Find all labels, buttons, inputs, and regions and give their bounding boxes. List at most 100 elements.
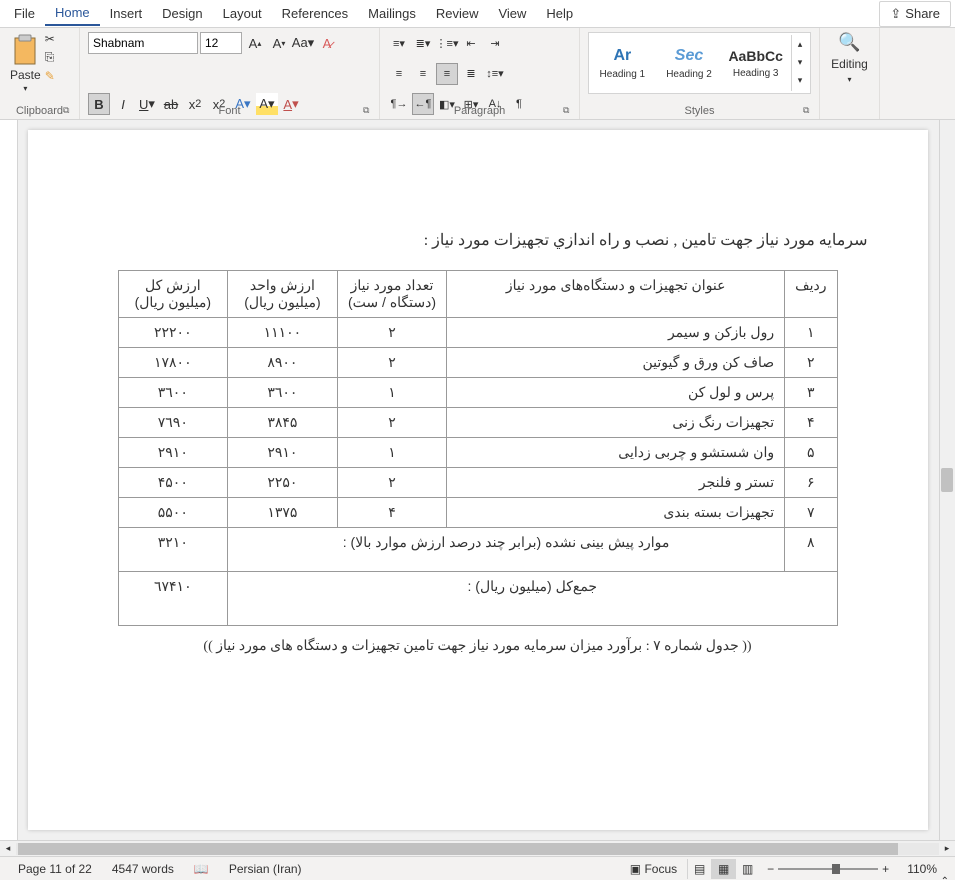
cell-total: ٣٢١٠ xyxy=(118,528,228,572)
clear-format-button[interactable]: A̷ xyxy=(316,32,338,54)
zoom-out-button[interactable]: − xyxy=(767,862,774,876)
cell-n: ۴ xyxy=(785,408,837,438)
menu-file[interactable]: File xyxy=(4,2,45,25)
copy-icon[interactable]: ⎘ xyxy=(45,50,55,65)
style-preview: Sec xyxy=(675,47,703,65)
menubar: File Home Insert Design Layout Reference… xyxy=(0,0,955,28)
style-preview: Ar xyxy=(613,47,631,65)
styles-label: Styles xyxy=(580,105,819,117)
grow-font-button[interactable]: A▴ xyxy=(244,32,266,54)
zoom-track[interactable] xyxy=(778,868,878,870)
multilevel-button[interactable]: ⋮≡▾ xyxy=(436,32,458,54)
page-status[interactable]: Page 11 of 22 xyxy=(8,862,102,876)
paste-button[interactable]: Paste ▾ xyxy=(8,32,43,95)
menu-review[interactable]: Review xyxy=(426,2,489,25)
shrink-font-button[interactable]: A▾ xyxy=(268,32,290,54)
zoom-in-button[interactable]: + xyxy=(882,862,889,876)
menu-help[interactable]: Help xyxy=(536,2,583,25)
proofing-icon[interactable]: 📖 xyxy=(184,862,219,876)
cell-n: ٨ xyxy=(785,528,837,572)
cell-unit: ٢٢۵٠ xyxy=(228,468,338,498)
scroll-track[interactable] xyxy=(16,843,939,855)
print-layout-button[interactable]: ▦ xyxy=(711,859,735,879)
style-heading2[interactable]: Sec Heading 2 xyxy=(658,35,721,91)
cell-unit: ٢٩١٠ xyxy=(228,438,338,468)
font-size-input[interactable] xyxy=(200,32,242,54)
vertical-scrollbar[interactable] xyxy=(939,120,955,840)
cell-total: ۵۵٠٠ xyxy=(118,498,228,528)
cell-name: پرس و لول کن xyxy=(447,378,785,408)
search-icon: 🔍 xyxy=(838,32,860,53)
table-row-unforeseen: ٨موارد پیش بینی نشده (برابر چند درصد ارز… xyxy=(118,528,837,572)
word-count[interactable]: 4547 words xyxy=(102,862,184,876)
style-heading3[interactable]: AaBbCc Heading 3 xyxy=(724,35,787,91)
editing-button[interactable]: 🔍 Editing ▾ xyxy=(828,32,871,84)
menu-view[interactable]: View xyxy=(488,2,536,25)
align-right-button[interactable]: ≡ xyxy=(436,63,458,85)
menu-references[interactable]: References xyxy=(272,2,358,25)
clipboard-launcher[interactable]: ⧉ xyxy=(63,105,75,117)
bullets-button[interactable]: ≡▾ xyxy=(388,32,410,54)
cell-name: تجهیزات بسته بندی xyxy=(447,498,785,528)
style-name: Heading 2 xyxy=(666,69,712,80)
read-mode-button[interactable]: ▤ xyxy=(687,859,711,879)
decrease-indent-button[interactable]: ⇤ xyxy=(460,32,482,54)
table-row: ٢صاف کن ورق و گیوتین٢٨٩٠٠١٧٨٠٠ xyxy=(118,348,837,378)
format-painter-icon[interactable]: ✎ xyxy=(45,69,55,83)
menu-home[interactable]: Home xyxy=(45,1,100,26)
change-case-button[interactable]: Aa▾ xyxy=(292,32,314,54)
share-button[interactable]: ⇪ Share xyxy=(879,1,951,27)
cell-name: رول بازکن و سیمر xyxy=(447,318,785,348)
web-layout-button[interactable]: ▥ xyxy=(735,859,759,879)
table-row: ٧تجهیزات بسته بندی۴١٣٧۵۵۵٠٠ xyxy=(118,498,837,528)
increase-indent-button[interactable]: ⇥ xyxy=(484,32,506,54)
cell-name: تجهیزات رنگ زنی xyxy=(447,408,785,438)
editing-group: 🔍 Editing ▾ xyxy=(820,28,880,119)
menu-layout[interactable]: Layout xyxy=(213,2,272,25)
menu-design[interactable]: Design xyxy=(152,2,212,25)
font-group: A▴ A▾ Aa▾ A̷ B I U▾ ab x2 x2 A▾ A▾ A▾ Fo… xyxy=(80,28,380,119)
style-heading1[interactable]: Ar Heading 1 xyxy=(591,35,654,91)
gallery-down-button[interactable]: ▾ xyxy=(792,53,808,71)
line-spacing-button[interactable]: ↕≡▾ xyxy=(484,63,506,85)
document-page[interactable]: سرمایه مورد نیاز جهت تامین , نصب و راه ا… xyxy=(28,130,928,830)
paragraph-launcher[interactable]: ⧉ xyxy=(563,105,575,117)
menu-insert[interactable]: Insert xyxy=(100,2,153,25)
gallery-up-button[interactable]: ▴ xyxy=(792,35,808,53)
paragraph-group: ≡▾ ≣▾ ⋮≡▾ ⇤ ⇥ ≡ ≡ ≡ ≣ ↕≡▾ ¶→ ←¶ ◧▾ ⊞▾ A↓… xyxy=(380,28,580,119)
statusbar: Page 11 of 22 4547 words 📖 Persian (Iran… xyxy=(0,856,955,880)
zoom-slider[interactable]: − + xyxy=(759,862,897,876)
cell-unit: ٨٩٠٠ xyxy=(228,348,338,378)
cell-total: ٢٩١٠ xyxy=(118,438,228,468)
styles-launcher[interactable]: ⧉ xyxy=(803,105,815,117)
menu-mailings[interactable]: Mailings xyxy=(358,2,426,25)
scroll-thumb[interactable] xyxy=(941,468,953,492)
zoom-thumb[interactable] xyxy=(832,864,840,874)
focus-mode-button[interactable]: ▣ Focus xyxy=(620,862,687,876)
cut-icon[interactable]: ✂ xyxy=(45,32,55,46)
align-left-button[interactable]: ≡ xyxy=(388,63,410,85)
zoom-level[interactable]: 110% xyxy=(897,862,947,876)
scroll-right-button[interactable]: ▸ xyxy=(939,843,955,854)
document-area[interactable]: سرمایه مورد نیاز جهت تامین , نصب و راه ا… xyxy=(0,120,955,840)
vertical-ruler xyxy=(0,120,18,840)
horizontal-scrollbar[interactable]: ◂ ▸ xyxy=(0,840,955,856)
scroll-thumb-h[interactable] xyxy=(18,843,898,855)
collapse-ribbon-button[interactable]: ⌃ xyxy=(941,876,949,887)
font-launcher[interactable]: ⧉ xyxy=(363,105,375,117)
cell-unit: ٣٦٠٠ xyxy=(228,378,338,408)
cell-name: موارد پیش بینی نشده (برابر چند درصد ارزش… xyxy=(228,528,785,572)
numbering-button[interactable]: ≣▾ xyxy=(412,32,434,54)
align-center-button[interactable]: ≡ xyxy=(412,63,434,85)
language-status[interactable]: Persian (Iran) xyxy=(219,862,312,876)
justify-button[interactable]: ≣ xyxy=(460,63,482,85)
table-row-sum: جمع‌کل (میلیون ریال) :٦٧۴١٠ xyxy=(118,572,837,626)
style-gallery: Ar Heading 1 Sec Heading 2 AaBbCc Headin… xyxy=(588,32,811,94)
gallery-more-button[interactable]: ▾ xyxy=(792,71,808,89)
cell-name: صاف کن ورق و گیوتین xyxy=(447,348,785,378)
font-name-input[interactable] xyxy=(88,32,198,54)
ribbon: Paste ▾ ✂ ⎘ ✎ Clipboard ⧉ A▴ A▾ Aa▾ A̷ B… xyxy=(0,28,955,120)
scroll-left-button[interactable]: ◂ xyxy=(0,843,16,854)
col-unit-header: ارزش واحد (میلیون ریال) xyxy=(228,271,338,318)
cell-total: ٢٢٢٠٠ xyxy=(118,318,228,348)
